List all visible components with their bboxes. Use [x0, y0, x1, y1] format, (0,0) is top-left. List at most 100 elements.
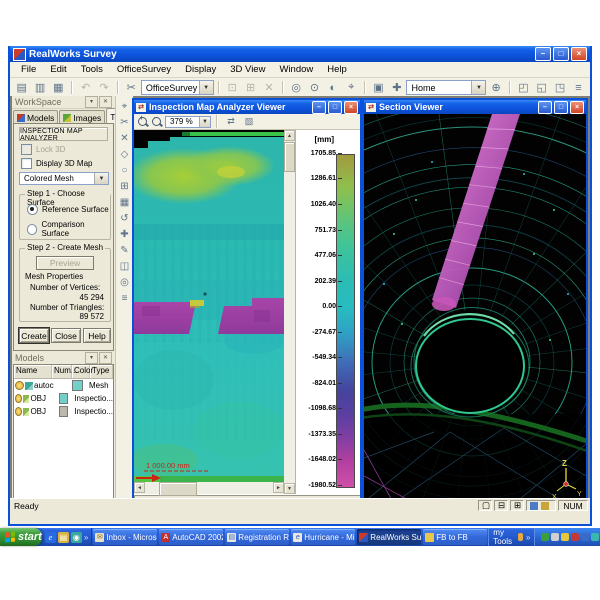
menu-display[interactable]: Display — [178, 64, 223, 75]
mesh-type-combo[interactable]: Colored Mesh ▼ — [19, 172, 109, 185]
scroll-right-icon[interactable]: ► — [273, 482, 284, 493]
zoom-icon[interactable]: ⊙ — [306, 79, 323, 97]
print-icon[interactable]: ▦ — [50, 79, 67, 97]
main-titlebar[interactable]: RealWorks Survey – □ × — [10, 46, 590, 62]
close-icon[interactable]: × — [570, 101, 584, 114]
pin-icon[interactable]: ▾ — [85, 352, 98, 364]
table-row[interactable]: autocad... Mesh — [14, 379, 113, 392]
menu-3dview[interactable]: 3D View — [223, 64, 272, 75]
help-button[interactable]: Help — [83, 328, 111, 343]
start-button[interactable]: start — [0, 528, 42, 546]
mesh-tool-icon[interactable]: ▦ — [117, 195, 133, 210]
cascade-icon[interactable]: ◰ — [515, 79, 532, 97]
window-minimize-icon[interactable]: ⊟ — [494, 500, 508, 511]
shield-tray-icon[interactable] — [541, 533, 549, 541]
menu-officesurvey[interactable]: OfficeSurvey — [110, 64, 178, 75]
add-icon[interactable]: ✚ — [388, 79, 405, 97]
maximize-icon[interactable]: □ — [553, 47, 569, 61]
tool-icon[interactable] — [518, 533, 523, 541]
browser-icon[interactable]: e — [45, 532, 56, 543]
minimize-icon[interactable]: – — [312, 101, 326, 114]
map-horizontal-scrollbar[interactable]: ◄ ► — [134, 482, 284, 494]
select-tool-icon[interactable]: ⌖ — [117, 99, 133, 114]
lasso-tool-icon[interactable]: ○ — [117, 163, 133, 178]
window-restore-icon[interactable]: ▢ — [478, 500, 492, 511]
contrast-icon[interactable]: ◐ — [324, 79, 341, 97]
chevron-down-icon[interactable]: ▼ — [199, 117, 210, 127]
media-icon[interactable]: ◉ — [71, 532, 82, 543]
reference-surface-radio[interactable]: Reference Surface — [27, 204, 109, 215]
open-icon[interactable]: ▤ — [13, 79, 30, 97]
menu-edit[interactable]: Edit — [43, 64, 73, 75]
measure-tool-icon[interactable]: ✎ — [117, 243, 133, 258]
column-name[interactable]: Name — [14, 365, 52, 378]
target-icon[interactable]: ◎ — [288, 79, 305, 97]
select-icon[interactable]: ▣ — [370, 79, 387, 97]
chevron-down-icon[interactable]: ▼ — [199, 81, 213, 94]
table-row[interactable]: OBJECT... Inspectio... — [14, 392, 113, 405]
rotate-tool-icon[interactable]: ↺ — [117, 211, 133, 226]
preview-button[interactable]: Preview — [36, 256, 94, 270]
scroll-up-icon[interactable]: ▲ — [284, 130, 295, 141]
checkbox-icon[interactable] — [21, 158, 32, 169]
cut-icon[interactable]: ✂ — [123, 79, 140, 97]
close-button[interactable]: Close — [51, 328, 81, 343]
minimize-icon[interactable]: – — [535, 47, 551, 61]
window-tile-icon[interactable]: ⊞ — [510, 500, 524, 511]
maximize-icon[interactable]: □ — [328, 101, 342, 114]
comparison-surface-radio[interactable]: Comparison Surface — [27, 220, 110, 238]
visibility-icon[interactable] — [15, 381, 24, 390]
chevron-down-icon[interactable]: ▼ — [94, 173, 108, 184]
network-tray-icon[interactable] — [581, 533, 589, 541]
display-tray-icon[interactable] — [551, 533, 559, 541]
taskbar-button-registration[interactable]: ▤ Registration Rep... — [225, 529, 289, 545]
tab-images[interactable]: Images — [59, 110, 105, 124]
go-icon[interactable]: ⊕ — [487, 79, 504, 97]
taskbar-button-fbtofb[interactable]: FB to FB — [423, 529, 487, 545]
radio-icon[interactable] — [27, 224, 37, 235]
table-row[interactable]: OBJECT... Inspectio... — [14, 405, 113, 418]
target-tool-icon[interactable]: ◎ — [117, 275, 133, 290]
home-combo[interactable]: Home ▼ — [406, 80, 486, 95]
minimize-icon[interactable]: – — [538, 101, 552, 114]
my-tools-toolbar[interactable]: my Tools » — [488, 528, 534, 546]
zoom-in-icon[interactable]: + — [137, 116, 149, 128]
save-icon[interactable]: ▥ — [31, 79, 48, 97]
window-list-icon[interactable]: ≡ — [570, 79, 587, 97]
chevron-more-icon[interactable]: » — [84, 533, 88, 542]
map-analyzer-titlebar[interactable]: ⇄ Inspection Map Analyzer Viewer – □ × — [134, 100, 360, 114]
taskbar-button-autocad[interactable]: A AutoCAD 2002 — [159, 529, 223, 545]
chevron-down-icon[interactable]: ▼ — [471, 81, 485, 94]
settings-icon[interactable]: ▧ — [241, 114, 257, 129]
scrollbar-thumb[interactable] — [284, 142, 295, 172]
delete-tool-icon[interactable]: ✕ — [117, 131, 133, 146]
menu-file[interactable]: File — [14, 64, 43, 75]
zoom-level-combo[interactable]: 379 % ▼ — [165, 116, 211, 128]
swap-view-icon[interactable]: ⇄ — [223, 114, 239, 129]
list-tool-icon[interactable]: ≡ — [117, 291, 133, 306]
maximize-icon[interactable]: □ — [554, 101, 568, 114]
volume-tray-icon[interactable] — [591, 533, 599, 541]
create-button[interactable]: Create — [19, 328, 49, 343]
section-3d-canvas[interactable]: Z X Y — [364, 114, 586, 504]
taskbar-button-hurricane[interactable]: e Hurricane - Micro... — [291, 529, 355, 545]
scroll-down-icon[interactable]: ▼ — [284, 483, 295, 494]
close-icon[interactable]: ✕ — [99, 352, 112, 364]
inspection-map-canvas[interactable]: 1 000.00 mm — [134, 130, 284, 482]
tab-models[interactable]: Models — [13, 110, 58, 124]
tile-vertical-icon[interactable]: ◳ — [551, 79, 568, 97]
redo-icon[interactable]: ↷ — [95, 79, 112, 97]
column-num[interactable]: Num... — [52, 365, 72, 378]
close-icon[interactable]: × — [571, 47, 587, 61]
desktop-icon[interactable]: ▤ — [58, 532, 69, 543]
visibility-icon[interactable] — [15, 394, 22, 403]
menu-window[interactable]: Window — [272, 64, 320, 75]
column-color[interactable]: Color — [72, 365, 90, 378]
menu-tools[interactable]: Tools — [74, 64, 110, 75]
cut-tool-icon[interactable]: ✂ — [117, 115, 133, 130]
menu-help[interactable]: Help — [320, 64, 354, 75]
survey-mode-combo[interactable]: OfficeSurvey ▼ — [141, 80, 214, 95]
display-3d-map-checkbox[interactable]: Display 3D Map — [21, 158, 92, 169]
delete-icon[interactable]: ✕ — [260, 79, 277, 97]
workspace-panel-titlebar[interactable]: WorkSpace ▾ ✕ — [12, 96, 115, 109]
